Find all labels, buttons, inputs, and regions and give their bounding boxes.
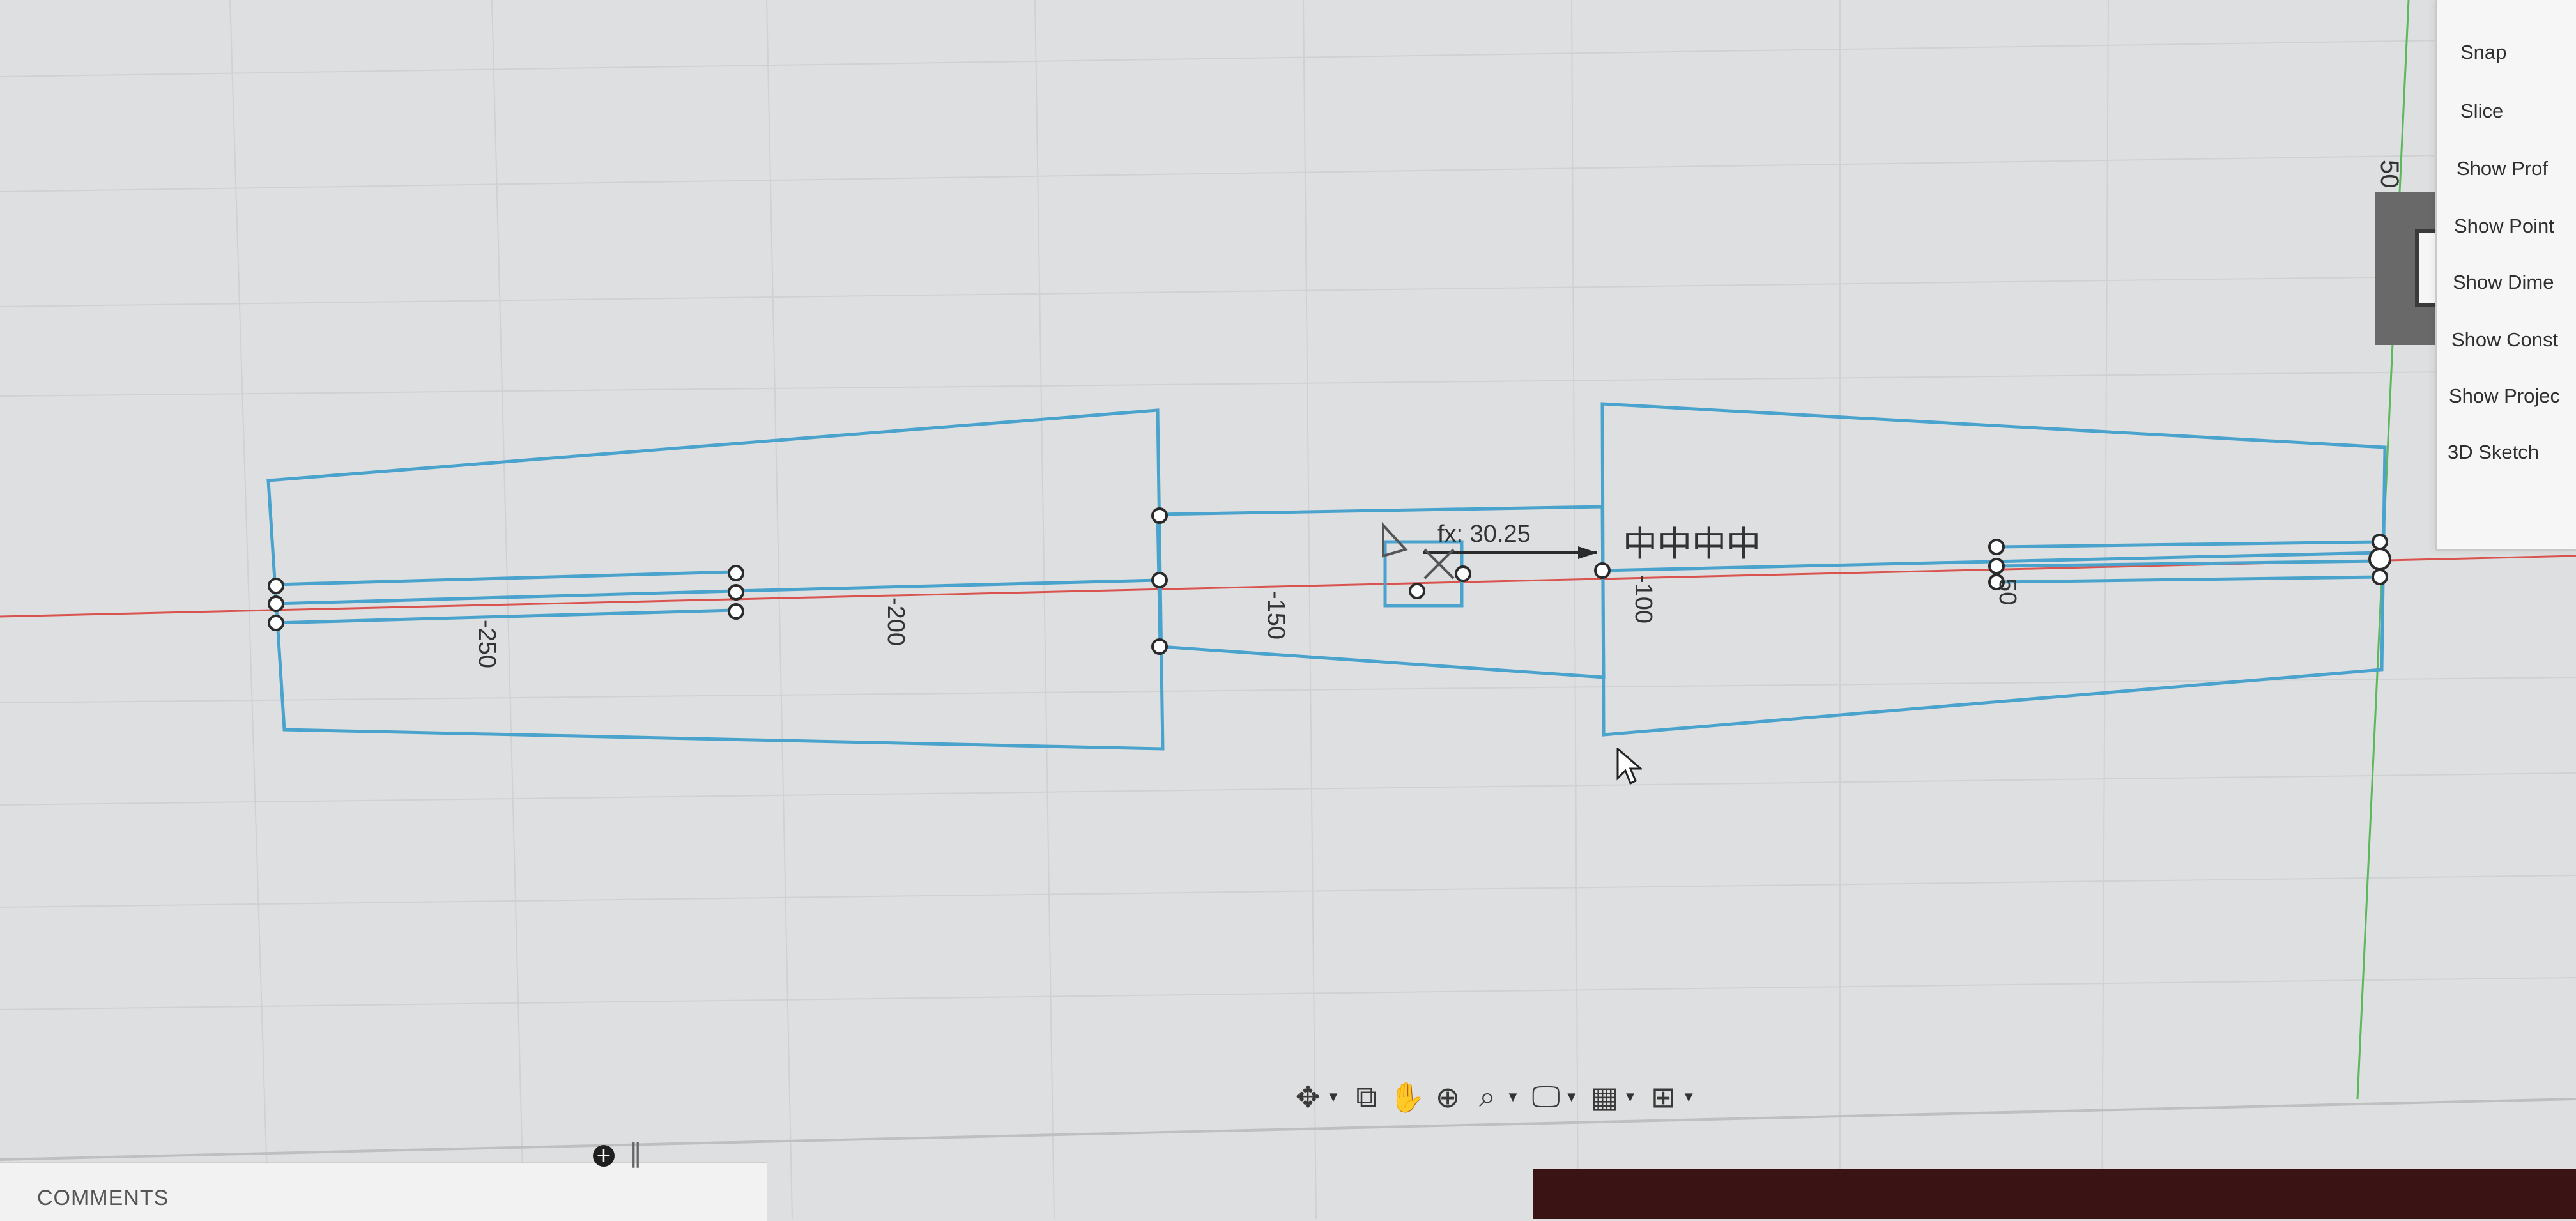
display-dropdown-icon[interactable]: ▼ [1565,1089,1579,1105]
palette-item-show-dimensions[interactable]: Show Dime [2453,271,2554,294]
palette-dimension-label: 50 [2375,160,2404,188]
palette-item-show-projected[interactable]: Show Projec [2449,385,2560,408]
dimension-50[interactable]: 50 [1994,578,2021,605]
palette-item-show-points[interactable]: Show Point [2454,215,2554,238]
grid-snaps-icon[interactable]: ▦ [1588,1077,1622,1117]
sketch-profile-middle[interactable] [1156,505,1606,679]
fit-dropdown-icon[interactable]: ▼ [1506,1089,1520,1105]
look-at-icon[interactable]: ⧉ [1349,1077,1384,1117]
mouse-cursor-icon [1616,748,1642,785]
dimension-200[interactable]: -200 [882,597,909,646]
orbit-icon[interactable]: ✥ [1291,1077,1325,1117]
palette-item-slice[interactable]: Slice [2460,100,2503,123]
dimension-fx-value[interactable]: fx: 30.25 [1438,521,1531,548]
display-settings-icon[interactable]: 🖵 [1529,1077,1563,1117]
add-comment-icon[interactable]: + [593,1145,615,1167]
palette-item-show-profile[interactable]: Show Prof [2457,157,2548,180]
monitor-bezel [1533,1169,2576,1219]
viewports-icon[interactable]: ⊞ [1646,1077,1680,1117]
comments-label[interactable]: COMMENTS [37,1186,169,1211]
sketch-canvas[interactable]: -250 -200 -150 -100 50 fx: 30.25 中中中中 [0,0,2576,1219]
canvas-bottom-edge [0,1098,2576,1161]
dimension-150[interactable]: -150 [1262,591,1289,640]
navigation-toolbar: ✥ ▼ ⧉ ✋ ⊕ ⌕ ▼ 🖵 ▼ ▦ ▼ ⊞ ▼ [1291,1073,1719,1121]
fit-icon[interactable]: ⌕ [1470,1077,1505,1117]
pan-icon[interactable]: ✋ [1389,1077,1425,1117]
panel-handle-icon[interactable]: ‖ [629,1139,642,1168]
sketch-centerlines [274,540,2380,625]
palette-item-3d-sketch[interactable]: 3D Sketch [2448,441,2539,464]
sketch-palette: Snap Slice Show Prof Show Point Show Dim… [2435,0,2576,551]
palette-item-show-constraints[interactable]: Show Const [2451,328,2558,351]
viewports-dropdown-icon[interactable]: ▼ [1682,1089,1696,1105]
midpoint-constraint-icons[interactable]: 中中中中 [1623,524,1761,564]
dimension-100[interactable]: -100 [1630,575,1657,624]
grid-dropdown-icon[interactable]: ▼ [1623,1089,1637,1105]
zoom-icon[interactable]: ⊕ [1430,1077,1465,1117]
dimension-250[interactable]: -250 [473,620,500,668]
orbit-dropdown-icon[interactable]: ▼ [1326,1089,1340,1105]
palette-item-snap[interactable]: Snap [2460,41,2506,64]
